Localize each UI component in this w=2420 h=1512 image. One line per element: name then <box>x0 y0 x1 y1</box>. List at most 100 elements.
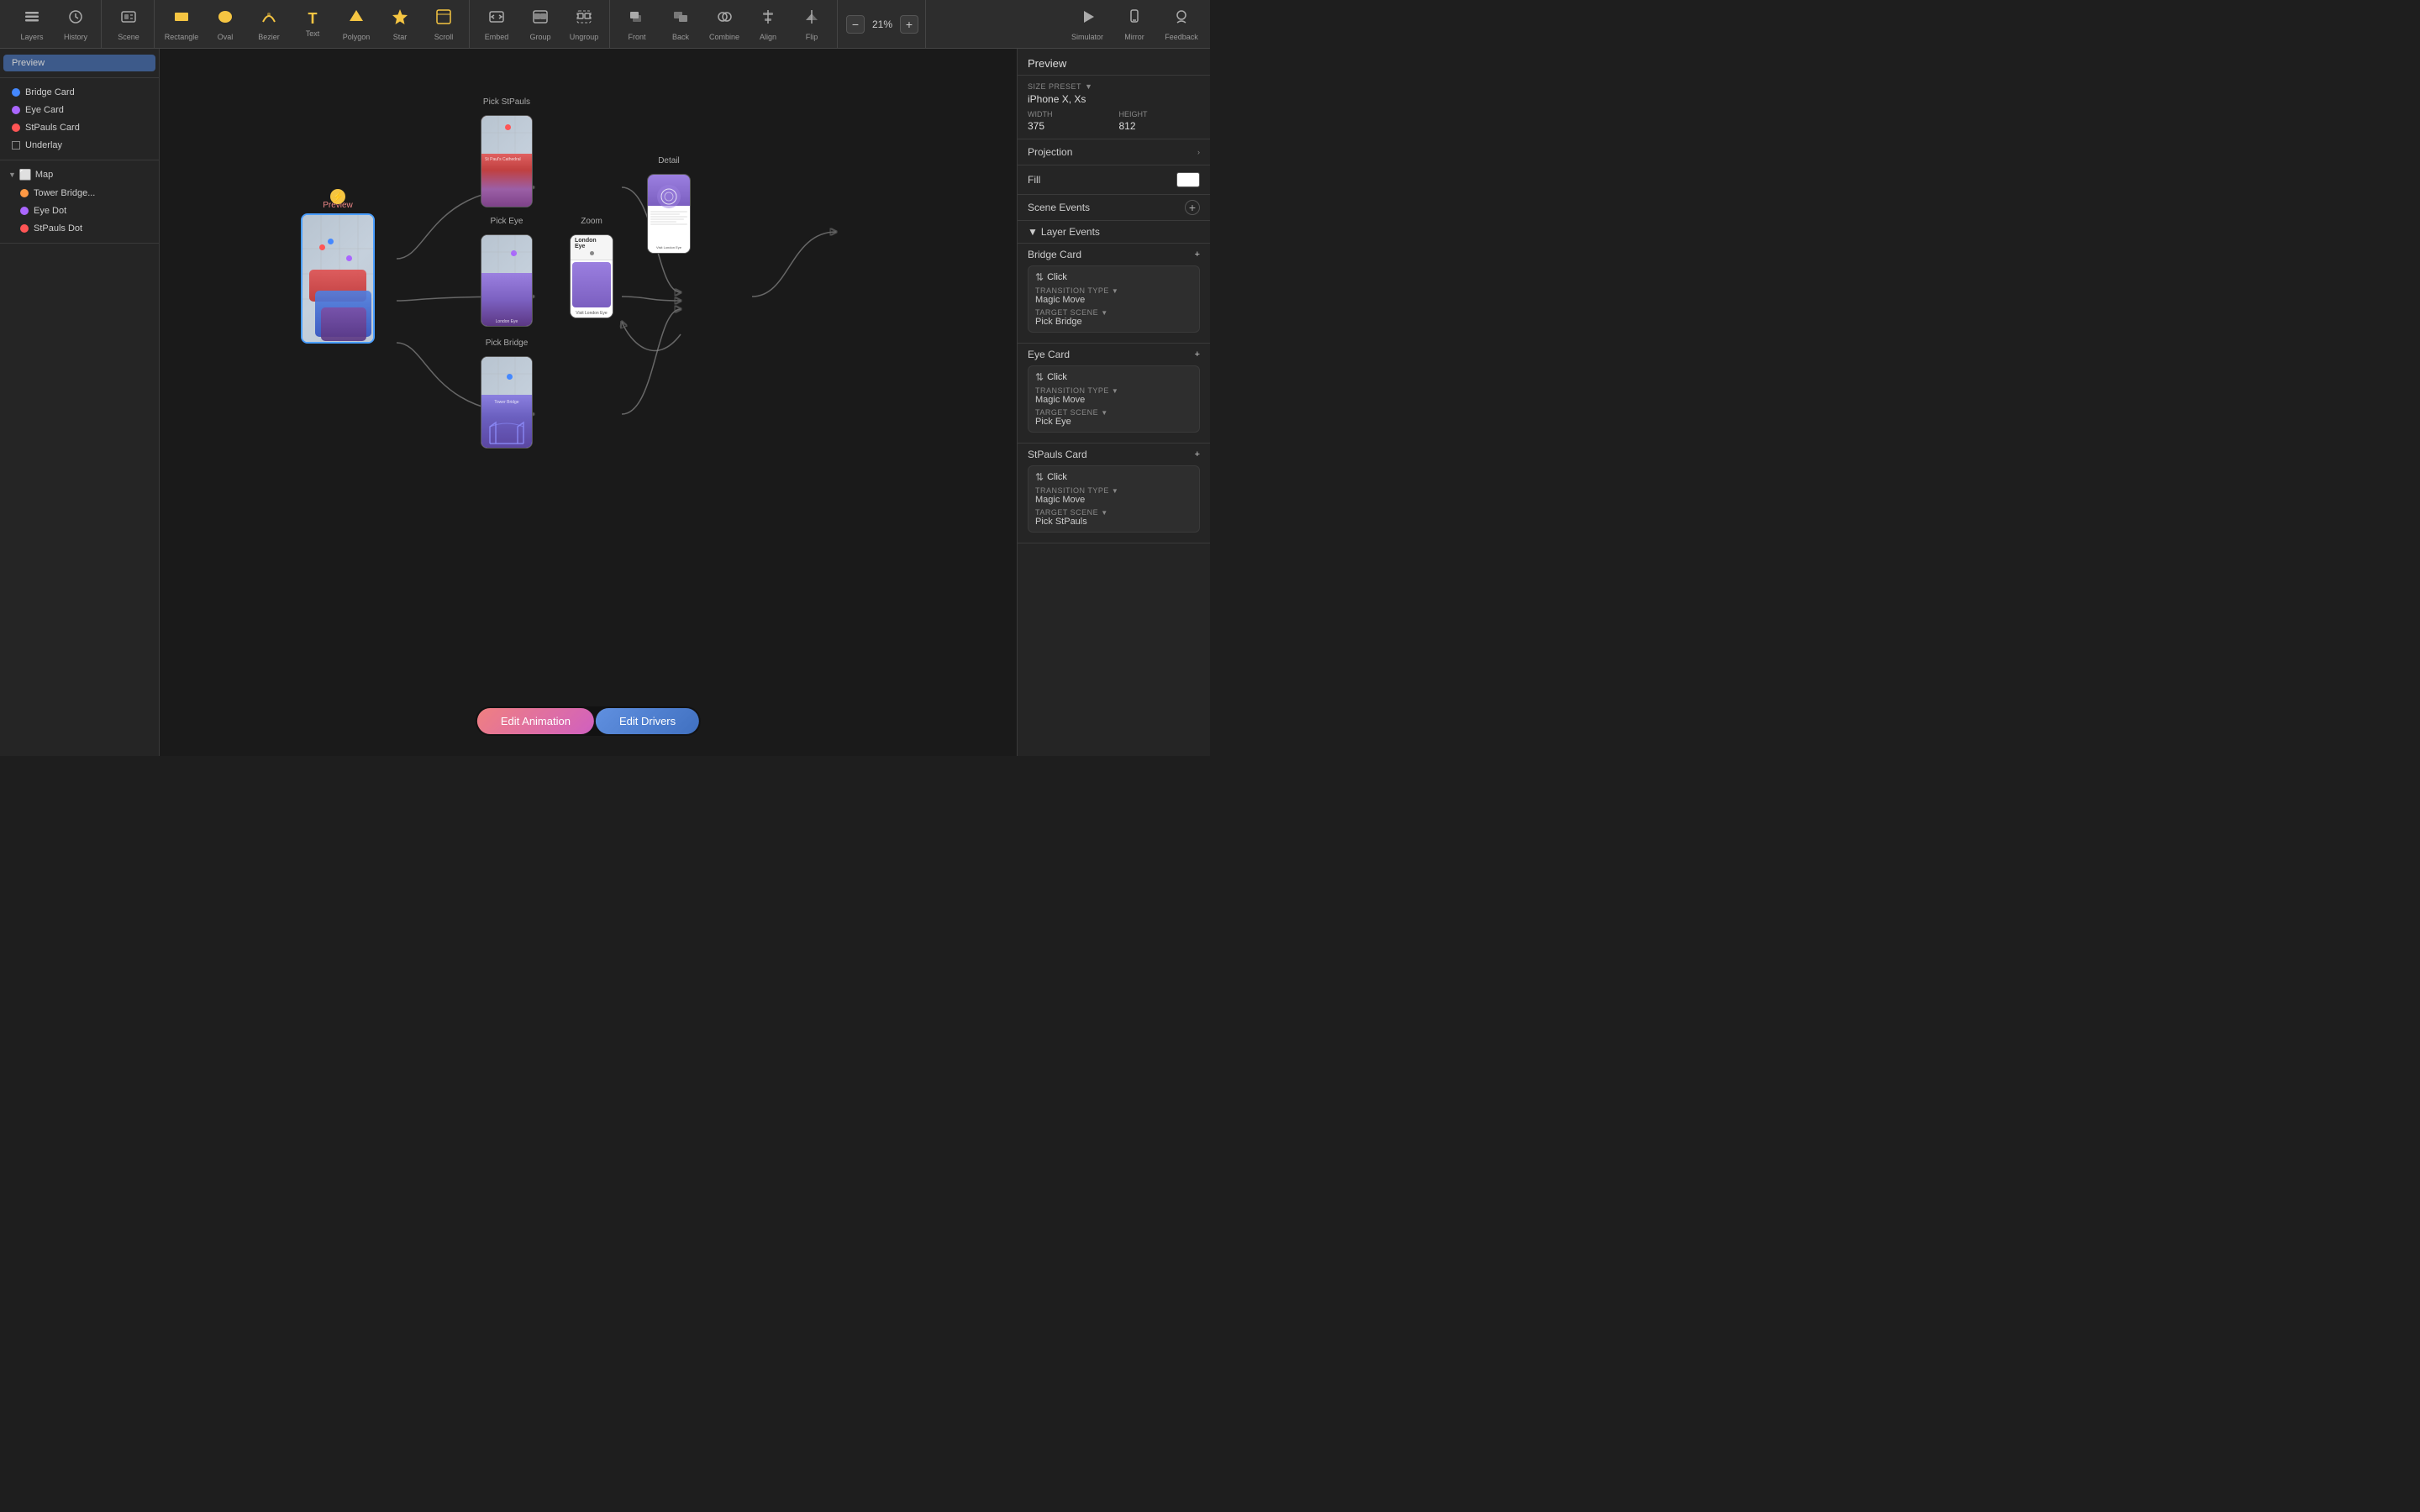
layer-events-collapse-icon[interactable]: ▼ <box>1028 226 1038 238</box>
back-tool[interactable]: Back <box>659 3 702 46</box>
bridge-card-event-card: ⇅ Click TRANSITION TYPE ▼ Magic Move TAR… <box>1028 265 1200 333</box>
simulator-label: Simulator <box>1071 33 1103 41</box>
pick-stpauls-title: Pick StPauls <box>483 97 530 107</box>
eye-transition-chevron: ▼ <box>1112 387 1118 395</box>
back-label: Back <box>672 33 689 41</box>
connector-lines <box>160 49 1017 756</box>
canvas-area[interactable]: ⚡ Preview <box>160 49 1017 756</box>
oval-tool[interactable]: Oval <box>203 3 247 46</box>
scene-pick-stpauls[interactable]: Pick StPauls St Paul's Cathedral <box>481 97 533 207</box>
stpauls-dot-icon <box>20 224 29 233</box>
pick-bridge-frame[interactable]: Tower Bridge <box>481 356 533 449</box>
zoom-in-button[interactable]: + <box>900 15 918 34</box>
embed-label: Embed <box>485 33 509 41</box>
bridge-card-event-section: Bridge Card + ⇅ Click TRANSITION TYPE ▼ … <box>1018 244 1210 344</box>
embed-tool[interactable]: Embed <box>475 3 518 46</box>
pick-stpauls-frame[interactable]: St Paul's Cathedral <box>481 115 533 207</box>
zoom-group: − 21% + <box>839 0 926 48</box>
bridge-target-chevron: ▼ <box>1101 309 1107 317</box>
combine-tool[interactable]: Combine <box>702 3 746 46</box>
preview-card-inner <box>302 215 373 342</box>
eye-map-grid <box>481 235 532 273</box>
history-label: History <box>64 33 87 41</box>
map-folder-icon: ⬜ <box>19 169 32 181</box>
bridge-card-event-add-button[interactable]: + <box>1195 249 1200 260</box>
scene-events-label: Scene Events <box>1028 202 1090 213</box>
eye-click-label: Click <box>1047 372 1067 382</box>
detail-line-5 <box>650 221 676 223</box>
projection-row[interactable]: Projection › <box>1028 146 1200 158</box>
scene-tool[interactable]: Scene <box>107 3 150 46</box>
polygon-label: Polygon <box>343 33 371 41</box>
align-tool[interactable]: Align <box>746 3 790 46</box>
edit-animation-button[interactable]: Edit Animation <box>477 708 594 734</box>
preview-item[interactable]: Preview <box>3 55 155 71</box>
edit-drivers-button[interactable]: Edit Drivers <box>596 708 699 734</box>
scroll-tool[interactable]: Scroll <box>422 3 466 46</box>
layer-bridge-card[interactable]: Bridge Card <box>3 84 155 101</box>
zoom-dot <box>590 251 594 255</box>
mirror-icon <box>1125 8 1144 31</box>
zoom-frame[interactable]: London Eye Visit London Eye <box>570 234 613 318</box>
ungroup-icon <box>575 8 593 31</box>
feedback-label: Feedback <box>1165 33 1198 41</box>
flip-tool[interactable]: Flip <box>790 3 834 46</box>
history-tool[interactable]: History <box>54 3 97 46</box>
layer-tower-bridge-dot[interactable]: Tower Bridge... <box>3 185 155 202</box>
scene-preview[interactable]: ⚡ Preview <box>301 196 375 344</box>
preview-section: Preview <box>0 49 159 78</box>
detail-line-3 <box>650 216 687 218</box>
eye-card-event-card: ⇅ Click TRANSITION TYPE ▼ Magic Move TAR… <box>1028 365 1200 433</box>
star-label: Star <box>393 33 408 41</box>
zoom-footer: Visit London Eye <box>571 309 613 318</box>
size-fields-row: WIDTH 375 HEIGHT 812 <box>1028 110 1200 132</box>
layer-stpauls-card[interactable]: StPauls Card <box>3 119 155 136</box>
layers-tool[interactable]: Layers <box>10 3 54 46</box>
simulator-icon <box>1078 8 1097 31</box>
bridge-target-value: Pick Bridge <box>1035 317 1192 327</box>
detail-frame[interactable]: Visit London Eye <box>647 174 691 254</box>
map-group-label: Map <box>35 170 150 180</box>
scene-pick-bridge[interactable]: Pick Bridge Tower Bridge <box>481 339 533 449</box>
layer-eye-dot[interactable]: Eye Dot <box>3 202 155 219</box>
bridge-click-icon: ⇅ <box>1035 271 1044 283</box>
fill-swatch[interactable] <box>1176 172 1200 187</box>
front-tool[interactable]: Front <box>615 3 659 46</box>
layer-underlay[interactable]: Underlay <box>3 137 155 154</box>
scene-zoom[interactable]: Zoom London Eye Visit London Eye <box>570 217 613 318</box>
pick-eye-title: Pick Eye <box>491 217 523 226</box>
layer-eye-card[interactable]: Eye Card <box>3 102 155 118</box>
width-field: WIDTH 375 <box>1028 110 1109 132</box>
preview-card-frame[interactable] <box>301 213 375 344</box>
mirror-tool[interactable]: Mirror <box>1113 3 1156 46</box>
text-tool[interactable]: T Text <box>291 3 334 46</box>
scene-events-add-button[interactable]: + <box>1185 200 1200 215</box>
ungroup-label: Ungroup <box>570 33 599 41</box>
bridge-card-content: Tower Bridge <box>481 395 532 448</box>
size-preset-label[interactable]: SIZE PRESET ▼ <box>1028 82 1200 91</box>
back-icon <box>671 8 690 31</box>
layer-stpauls-dot[interactable]: StPauls Dot <box>3 220 155 237</box>
polygon-tool[interactable]: Polygon <box>334 3 378 46</box>
bezier-tool[interactable]: Bezier <box>247 3 291 46</box>
rectangle-tool[interactable]: Rectangle <box>160 3 203 46</box>
ungroup-tool[interactable]: Ungroup <box>562 3 606 46</box>
pick-stpauls-inner: St Paul's Cathedral <box>481 116 532 207</box>
toolbar: Layers History Scene <box>0 0 1210 49</box>
detail-line-4 <box>650 218 684 220</box>
feedback-tool[interactable]: Feedback <box>1160 3 1203 46</box>
scene-detail[interactable]: Detail <box>647 156 691 254</box>
detail-inner: Visit London Eye <box>648 175 690 253</box>
group-tool[interactable]: Group <box>518 3 562 46</box>
zoom-out-button[interactable]: − <box>846 15 865 34</box>
pick-eye-frame[interactable]: London Eye <box>481 234 533 327</box>
star-tool[interactable]: Star <box>378 3 422 46</box>
scroll-label: Scroll <box>434 33 454 41</box>
map-group-row[interactable]: ▼ ⬜ Map <box>0 165 159 184</box>
scene-pick-eye[interactable]: Pick Eye London Eye <box>481 217 533 327</box>
stpauls-card-event-add-button[interactable]: + <box>1195 449 1200 459</box>
projection-chevron: › <box>1197 148 1200 156</box>
layers-section: Bridge Card Eye Card StPauls Card Underl… <box>0 78 159 160</box>
simulator-tool[interactable]: Simulator <box>1065 3 1109 46</box>
eye-card-event-add-button[interactable]: + <box>1195 349 1200 360</box>
